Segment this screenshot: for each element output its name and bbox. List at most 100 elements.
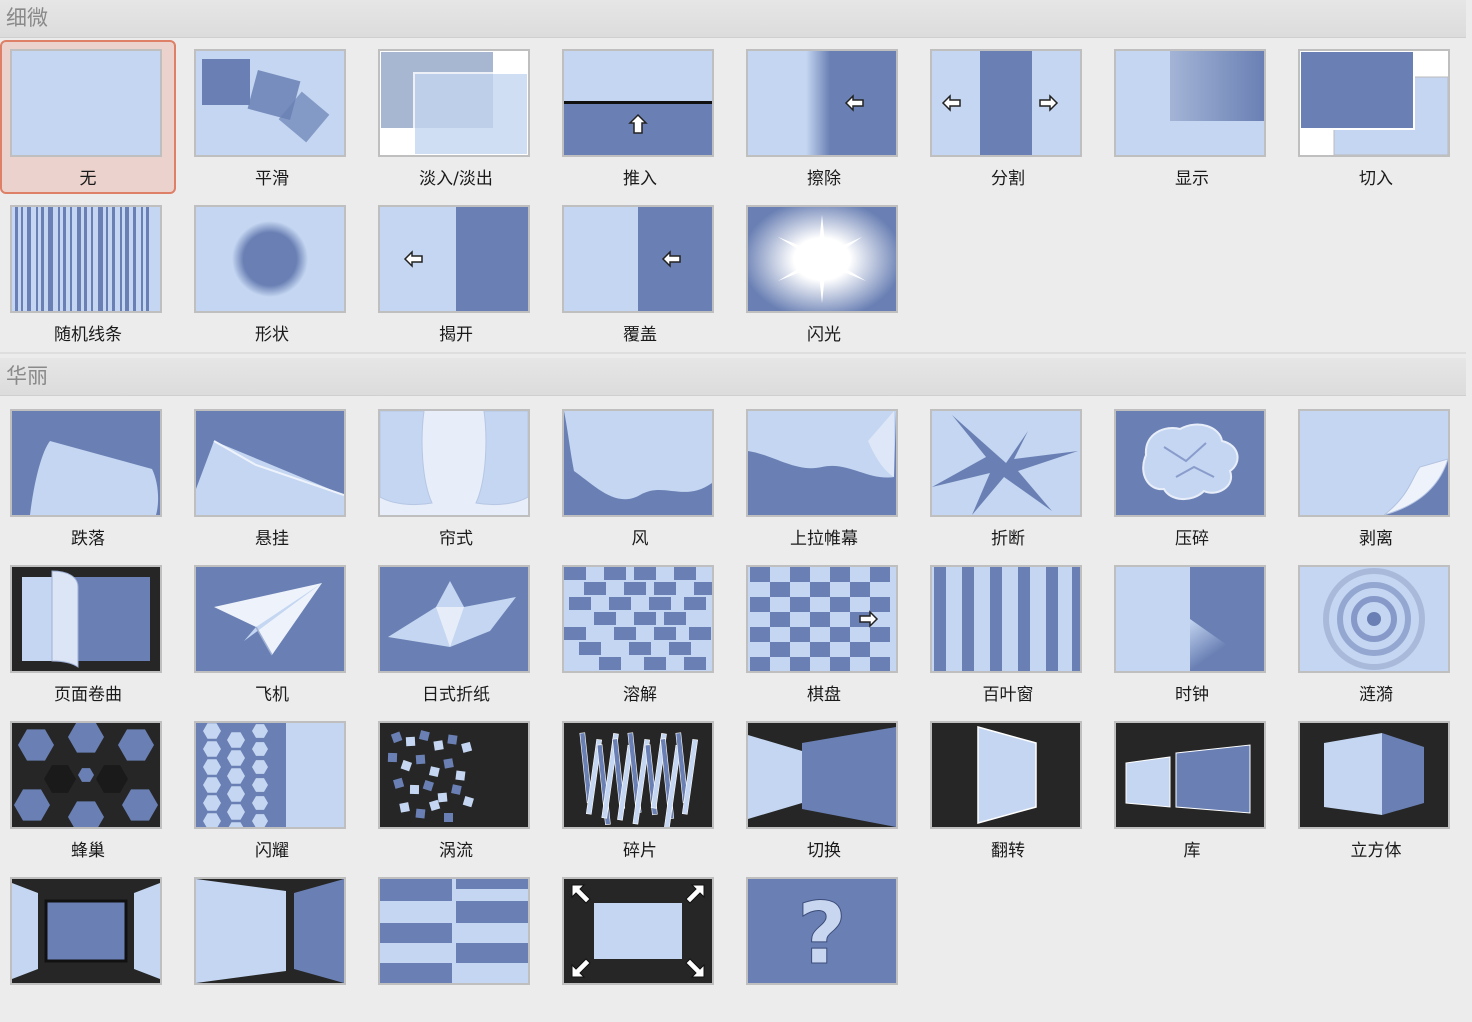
transition-tile[interactable]: 分割: [920, 40, 1096, 194]
drape-transition-icon: [194, 409, 346, 517]
transition-label: 溶解: [623, 685, 657, 705]
prestige-transition-icon: [746, 409, 898, 517]
transition-label: 淡入/淡出: [419, 169, 493, 189]
curtains-transition-icon: [378, 409, 530, 517]
transition-tile[interactable]: 帘式: [368, 400, 544, 554]
transition-tile[interactable]: 库: [1104, 712, 1280, 866]
transition-tile[interactable]: [184, 868, 360, 1022]
transition-tile[interactable]: 棋盘: [736, 556, 912, 710]
section-header: 华丽: [0, 358, 1466, 396]
transition-label: 切换: [807, 841, 841, 861]
transition-tile[interactable]: [368, 868, 544, 1022]
crush-transition-icon: [1114, 409, 1266, 517]
transition-tile[interactable]: 折断: [920, 400, 1096, 554]
honeycomb-transition-icon: [10, 721, 162, 829]
transition-label: 显示: [1175, 169, 1209, 189]
transition-tile[interactable]: 碎片: [552, 712, 728, 866]
transition-label: 库: [1183, 841, 1201, 861]
transition-tile[interactable]: 随机线条: [0, 196, 176, 350]
transition-tile[interactable]: 页面卷曲: [0, 556, 176, 710]
transition-label: 平滑: [255, 169, 289, 189]
shape-transition-icon: [194, 205, 346, 313]
transition-label: 无: [79, 169, 97, 189]
box-transition-icon: [194, 877, 346, 985]
cut-transition-icon: [1298, 49, 1450, 157]
fade-transition-icon: [378, 49, 530, 157]
transition-tile[interactable]: 闪耀: [184, 712, 360, 866]
transition-tile[interactable]: 跌落: [0, 400, 176, 554]
section-divider: [0, 352, 1466, 354]
transition-tile[interactable]: 蜂巢: [0, 712, 176, 866]
transition-label: 涡流: [439, 841, 473, 861]
transition-tile[interactable]: 揭开: [368, 196, 544, 350]
transition-tile[interactable]: 压碎: [1104, 400, 1280, 554]
transition-tile[interactable]: 时钟: [1104, 556, 1280, 710]
transition-label: 压碎: [1175, 529, 1209, 549]
transition-label: 推入: [623, 169, 657, 189]
transition-tile[interactable]: [0, 868, 176, 1022]
transition-label: 风: [631, 529, 649, 549]
transition-tile[interactable]: 剥离: [1288, 400, 1464, 554]
clock-transition-icon: [1114, 565, 1266, 673]
transition-tile[interactable]: 推入: [552, 40, 728, 194]
shred-transition-icon: [562, 721, 714, 829]
transition-tile[interactable]: 显示: [1104, 40, 1280, 194]
transition-label: 翻转: [991, 841, 1025, 861]
checkerboard-transition-icon: [746, 565, 898, 673]
none-transition-icon: [10, 49, 162, 157]
transition-tile[interactable]: 上拉帷幕: [736, 400, 912, 554]
zoom-transition-icon: [562, 877, 714, 985]
vortex-transition-icon: [378, 721, 530, 829]
push-transition-icon: [562, 49, 714, 157]
transition-tile[interactable]: 飞机: [184, 556, 360, 710]
transition-label: 折断: [991, 529, 1025, 549]
transition-tile[interactable]: 立方体: [1288, 712, 1464, 866]
random-bars-transition-icon: [10, 205, 162, 313]
transition-label: 蜂巢: [71, 841, 105, 861]
page-curl-transition-icon: [10, 565, 162, 673]
fall-over-transition-icon: [10, 409, 162, 517]
transition-tile[interactable]: 淡入/淡出: [368, 40, 544, 194]
switch-transition-icon: [746, 721, 898, 829]
transition-tile[interactable]: 涟漪: [1288, 556, 1464, 710]
transition-tile[interactable]: 百叶窗: [920, 556, 1096, 710]
gallery-transition-icon: [1114, 721, 1266, 829]
reveal-transition-icon: [1114, 49, 1266, 157]
transition-tile[interactable]: ?: [736, 868, 912, 1022]
transition-tile[interactable]: 翻转: [920, 712, 1096, 866]
blinds-transition-icon: [930, 565, 1082, 673]
transition-tile[interactable]: 悬挂: [184, 400, 360, 554]
transition-tile[interactable]: 平滑: [184, 40, 360, 194]
transition-label: 上拉帷幕: [790, 529, 858, 549]
transition-label: 立方体: [1350, 841, 1402, 861]
transition-tile[interactable]: 覆盖: [552, 196, 728, 350]
transition-tile[interactable]: 擦除: [736, 40, 912, 194]
transition-tile[interactable]: 涡流: [368, 712, 544, 866]
transition-label: 闪光: [807, 325, 841, 345]
flip-transition-icon: [930, 721, 1082, 829]
glitter-transition-icon: [194, 721, 346, 829]
transition-label: 跌落: [71, 529, 105, 549]
transition-label: 涟漪: [1359, 685, 1393, 705]
comb-transition-icon: [378, 877, 530, 985]
transition-tile[interactable]: 切入: [1288, 40, 1464, 194]
transition-tile[interactable]: 形状: [184, 196, 360, 350]
transition-tile[interactable]: 无: [0, 40, 176, 194]
transition-tile[interactable]: 闪光: [736, 196, 912, 350]
transition-tile[interactable]: 切换: [736, 712, 912, 866]
transition-label: 切入: [1359, 169, 1393, 189]
transition-tile[interactable]: 日式折纸: [368, 556, 544, 710]
question-glyph: ?: [797, 884, 847, 983]
transition-label: 飞机: [255, 685, 289, 705]
transition-tile[interactable]: [552, 868, 728, 1022]
transition-tile[interactable]: 风: [552, 400, 728, 554]
transition-tile[interactable]: 溶解: [552, 556, 728, 710]
transition-label: 日式折纸: [422, 685, 490, 705]
uncover-transition-icon: [378, 205, 530, 313]
cover-transition-icon: [562, 205, 714, 313]
transition-label: 棋盘: [807, 685, 841, 705]
transition-label: 分割: [991, 169, 1025, 189]
transition-label: 擦除: [807, 169, 841, 189]
transition-label: 时钟: [1175, 685, 1209, 705]
peel-off-transition-icon: [1298, 409, 1450, 517]
